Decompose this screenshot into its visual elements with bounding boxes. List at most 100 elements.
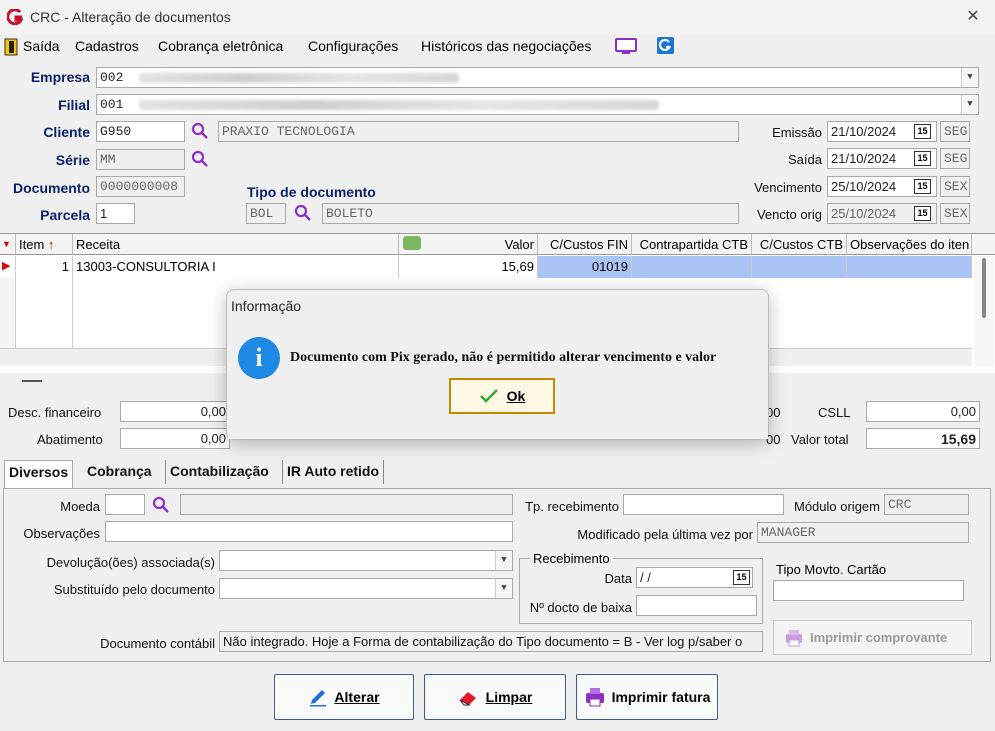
empresa-code: 002 bbox=[100, 70, 124, 85]
col-ccustos-fin[interactable]: C/Custos FIN bbox=[538, 234, 632, 255]
eraser-icon bbox=[459, 692, 476, 706]
desc-financeiro-label: Desc. financeiro bbox=[8, 405, 102, 420]
menu-cobranca-eletronica[interactable]: Cobrança eletrônica bbox=[158, 38, 283, 54]
tp-recebimento-label: Tp. recebimento bbox=[525, 499, 619, 514]
tab-diversos[interactable]: Diversos bbox=[4, 460, 74, 488]
substituido-label: Substituído pelo documento bbox=[53, 582, 215, 597]
vertical-scrollbar[interactable] bbox=[974, 256, 994, 366]
modulo-origem-label: Módulo origem bbox=[794, 499, 880, 514]
row-pointer-icon: ▶ bbox=[0, 256, 16, 278]
chevron-down-icon[interactable]: ▼ bbox=[961, 68, 978, 87]
menu-configuracoes[interactable]: Configurações bbox=[308, 38, 398, 54]
table-row-valor[interactable]: 15,69 bbox=[399, 256, 538, 278]
imprimir-fatura-button[interactable]: Imprimir fatura bbox=[576, 674, 718, 720]
parcela-field[interactable]: 1 bbox=[96, 203, 135, 224]
saida-label: Saída bbox=[788, 152, 822, 167]
tab-cobranca[interactable]: Cobrança bbox=[83, 460, 156, 484]
tab-ir-auto-retido[interactable]: IR Auto retido bbox=[282, 460, 385, 484]
tipo-movto-label: Tipo Movto. Cartão bbox=[776, 562, 887, 577]
chevron-down-icon[interactable]: ▼ bbox=[961, 95, 978, 114]
ndocto-baixa-field[interactable] bbox=[636, 595, 757, 616]
observacoes-field[interactable] bbox=[105, 521, 513, 542]
col-contrapartida-ctb[interactable]: Contrapartida CTB bbox=[632, 234, 752, 255]
observacoes-label: Observações bbox=[23, 526, 100, 541]
search-icon[interactable] bbox=[191, 150, 209, 168]
chevron-down-icon[interactable]: ▼ bbox=[495, 579, 512, 598]
scroll-thumb[interactable] bbox=[982, 258, 986, 318]
doc-contabil-label: Documento contábil bbox=[100, 636, 215, 651]
table-row-contrapartida[interactable] bbox=[632, 256, 752, 278]
limpar-button[interactable]: Limpar bbox=[424, 674, 566, 720]
tipo-documento-label: Tipo de documento bbox=[247, 184, 376, 200]
chevron-down-icon[interactable]: ▼ bbox=[495, 551, 512, 570]
moeda-field[interactable] bbox=[105, 494, 145, 515]
table-row-observacoes[interactable] bbox=[847, 256, 972, 278]
col-receita[interactable]: Receita bbox=[73, 234, 399, 255]
valor-total-label: Valor total bbox=[791, 432, 849, 447]
calendar-icon[interactable]: 15 bbox=[914, 206, 931, 221]
menu-saida[interactable]: Saída bbox=[23, 38, 60, 54]
table-row-item[interactable]: 1 bbox=[16, 256, 73, 278]
search-icon[interactable] bbox=[152, 496, 170, 514]
g-app-icon[interactable] bbox=[657, 37, 674, 54]
csll-field[interactable]: 0,00 bbox=[866, 401, 980, 422]
alterar-button[interactable]: Alterar bbox=[274, 674, 414, 720]
emissao-weekday: SEG bbox=[940, 121, 970, 142]
cliente-name-field: PRAXIO TECNOLOGIA bbox=[218, 121, 739, 142]
filial-code: 001 bbox=[100, 97, 124, 112]
col-observacoes[interactable]: Observações do iten bbox=[847, 234, 972, 255]
tipo-doc-code-field[interactable]: BOL bbox=[246, 203, 286, 224]
search-icon[interactable] bbox=[294, 204, 312, 222]
splitter-handle[interactable] bbox=[22, 380, 42, 382]
table-row-ccustos-fin[interactable]: 01019 bbox=[538, 256, 632, 278]
calendar-icon[interactable]: 15 bbox=[914, 124, 931, 139]
app-logo-icon bbox=[7, 9, 23, 25]
empresa-select[interactable]: 002 ▼ bbox=[96, 67, 979, 88]
imprimir-comprovante-button[interactable]: Imprimir comprovante bbox=[773, 620, 972, 655]
window-title: CRC - Alteração de documentos bbox=[30, 9, 231, 25]
emissao-label: Emissão bbox=[772, 125, 822, 140]
filial-label: Filial bbox=[58, 97, 90, 113]
documento-field: 0000000008 bbox=[96, 176, 185, 197]
close-icon[interactable]: ✕ bbox=[962, 6, 984, 28]
menu-bar: Saída Cadastros Cobrança eletrônica Conf… bbox=[0, 34, 995, 58]
data-label: Data bbox=[604, 571, 632, 586]
printer-icon bbox=[585, 688, 604, 707]
printer-icon bbox=[786, 629, 802, 646]
documento-label: Documento bbox=[13, 180, 90, 196]
col-ccustos-ctb[interactable]: C/Custos CTB bbox=[752, 234, 847, 255]
col-valor[interactable]: Valor bbox=[399, 234, 538, 255]
monitor-icon[interactable] bbox=[615, 38, 637, 55]
checkmark-icon bbox=[479, 389, 498, 403]
modificado-field: MANAGER bbox=[757, 522, 969, 543]
col-item[interactable]: Item ↑ bbox=[16, 234, 73, 255]
tp-recebimento-field[interactable] bbox=[623, 494, 784, 515]
valor-total-field: 15,69 bbox=[866, 428, 980, 449]
tab-contabilizacao[interactable]: Contabilização bbox=[165, 460, 273, 484]
desc-financeiro-field[interactable]: 0,00 bbox=[120, 401, 230, 422]
ok-button[interactable]: Ok bbox=[449, 378, 555, 414]
ndocto-baixa-label: Nº docto de baixa bbox=[529, 600, 632, 615]
exit-door-icon[interactable] bbox=[4, 38, 18, 56]
serie-field[interactable]: MM bbox=[96, 149, 185, 170]
table-row-ccustos-ctb[interactable] bbox=[752, 256, 847, 278]
tipo-movto-field[interactable] bbox=[773, 580, 964, 601]
search-icon[interactable] bbox=[191, 122, 209, 140]
grid-corner-icon: ▼ bbox=[0, 234, 16, 255]
devolucoes-select[interactable]: ▼ bbox=[219, 550, 513, 571]
menu-historicos[interactable]: Históricos das negociações bbox=[421, 38, 591, 54]
table-row-receita[interactable]: 13003-CONSULTORIA I bbox=[73, 256, 399, 278]
vencto-orig-label: Vencto orig bbox=[756, 207, 822, 222]
calendar-icon[interactable]: 15 bbox=[733, 570, 750, 585]
cliente-label: Cliente bbox=[43, 124, 90, 140]
filial-select[interactable]: 001 ▼ bbox=[96, 94, 979, 115]
dialog-title: Informação bbox=[231, 298, 302, 314]
vencimento-weekday: SEX bbox=[940, 176, 970, 197]
substituido-select[interactable]: ▼ bbox=[219, 578, 513, 599]
menu-cadastros[interactable]: Cadastros bbox=[75, 38, 139, 54]
cliente-code-field[interactable]: G950 bbox=[96, 121, 185, 142]
calendar-icon[interactable]: 15 bbox=[914, 179, 931, 194]
abatimento-label: Abatimento bbox=[37, 432, 103, 447]
abatimento-field[interactable]: 0,00 bbox=[120, 428, 230, 449]
calendar-icon[interactable]: 15 bbox=[914, 151, 931, 166]
